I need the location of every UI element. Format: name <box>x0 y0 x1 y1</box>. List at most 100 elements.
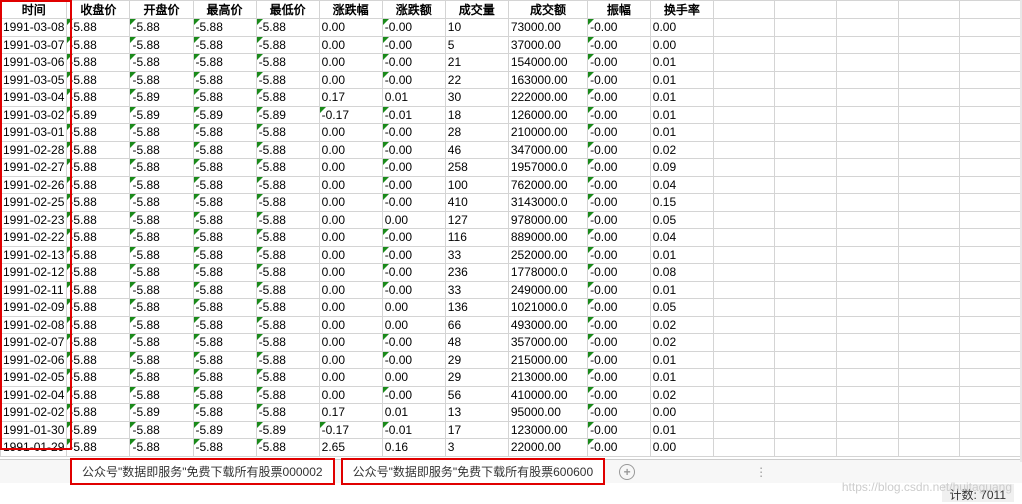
cell[interactable]: 10 <box>445 19 508 37</box>
table-row[interactable]: 1991-02-27-5.88-5.88-5.88-5.880.00-0.002… <box>1 159 1022 177</box>
cell[interactable]: -5.88 <box>130 264 193 282</box>
cell[interactable]: -5.88 <box>67 124 130 142</box>
cell[interactable]: 136 <box>445 299 508 317</box>
cell[interactable]: 0.01 <box>650 106 713 124</box>
cell[interactable]: 1991-01-30 <box>1 421 67 439</box>
cell[interactable]: -5.88 <box>193 334 256 352</box>
cell[interactable]: -5.88 <box>67 159 130 177</box>
cell[interactable]: -5.88 <box>193 246 256 264</box>
table-row[interactable]: 1991-02-26-5.88-5.88-5.88-5.880.00-0.001… <box>1 176 1022 194</box>
cell[interactable]: -5.88 <box>130 71 193 89</box>
cell[interactable]: -5.89 <box>130 89 193 107</box>
cell[interactable]: 0.00 <box>319 334 382 352</box>
cell[interactable]: 0.00 <box>319 176 382 194</box>
cell[interactable]: 0.01 <box>382 89 445 107</box>
cell[interactable]: 1021000.0 <box>508 299 587 317</box>
cell[interactable]: -5.88 <box>67 141 130 159</box>
cell[interactable]: -5.88 <box>67 246 130 264</box>
sheet-tab-bar[interactable]: 公众号"数据即服务"免费下载所有股票000002 公众号"数据即服务"免费下载所… <box>0 459 1022 483</box>
table-row[interactable]: 1991-02-08-5.88-5.88-5.88-5.880.000.0066… <box>1 316 1022 334</box>
cell[interactable]: 33 <box>445 281 508 299</box>
add-sheet-button[interactable]: + <box>619 464 635 480</box>
cell[interactable]: 0.00 <box>319 124 382 142</box>
cell[interactable]: 1991-03-04 <box>1 89 67 107</box>
cell[interactable]: 210000.00 <box>508 124 587 142</box>
cell[interactable]: 762000.00 <box>508 176 587 194</box>
cell[interactable]: -5.88 <box>256 404 319 422</box>
cell[interactable]: 0.01 <box>382 404 445 422</box>
cell[interactable]: -5.88 <box>67 19 130 37</box>
cell[interactable]: -0.01 <box>382 421 445 439</box>
cell[interactable]: -5.88 <box>130 316 193 334</box>
cell[interactable]: -0.00 <box>382 36 445 54</box>
cell[interactable]: -5.88 <box>67 404 130 422</box>
cell[interactable]: -5.88 <box>193 369 256 387</box>
cell[interactable]: 0.00 <box>382 316 445 334</box>
cell[interactable]: -0.00 <box>588 229 651 247</box>
cell[interactable]: -5.88 <box>193 299 256 317</box>
cell[interactable]: 1991-02-25 <box>1 194 67 212</box>
cell[interactable]: 13 <box>445 404 508 422</box>
cell[interactable]: -5.88 <box>130 124 193 142</box>
column-header[interactable]: 最高价 <box>193 1 256 19</box>
column-header[interactable]: 收盘价 <box>67 1 130 19</box>
cell[interactable]: 123000.00 <box>508 421 587 439</box>
cell[interactable]: -0.00 <box>382 19 445 37</box>
cell[interactable]: 0.00 <box>650 36 713 54</box>
cell[interactable]: 0.00 <box>319 386 382 404</box>
cell[interactable]: -5.88 <box>193 176 256 194</box>
cell[interactable]: 0.00 <box>319 159 382 177</box>
cell[interactable]: -0.00 <box>588 71 651 89</box>
cell[interactable]: -0.00 <box>588 264 651 282</box>
table-body[interactable]: 1991-03-08-5.88-5.88-5.88-5.880.00-0.001… <box>1 19 1022 457</box>
cell[interactable]: -0.00 <box>588 106 651 124</box>
cell[interactable]: 0.16 <box>382 439 445 457</box>
cell[interactable]: -5.88 <box>193 264 256 282</box>
cell[interactable]: -5.88 <box>130 229 193 247</box>
cell[interactable]: -5.88 <box>256 124 319 142</box>
cell[interactable]: 889000.00 <box>508 229 587 247</box>
cell[interactable]: -5.88 <box>130 439 193 457</box>
cell[interactable]: -0.00 <box>588 89 651 107</box>
cell[interactable]: 410000.00 <box>508 386 587 404</box>
cell[interactable]: -0.17 <box>319 106 382 124</box>
cell[interactable]: -0.00 <box>588 19 651 37</box>
cell[interactable]: -5.88 <box>130 141 193 159</box>
cell[interactable]: 1991-02-11 <box>1 281 67 299</box>
cell[interactable]: 222000.00 <box>508 89 587 107</box>
cell[interactable]: 48 <box>445 334 508 352</box>
cell[interactable]: 1991-02-13 <box>1 246 67 264</box>
cell[interactable]: -5.88 <box>130 421 193 439</box>
table-row[interactable]: 1991-02-07-5.88-5.88-5.88-5.880.00-0.004… <box>1 334 1022 352</box>
cell[interactable]: 249000.00 <box>508 281 587 299</box>
cell[interactable]: 0.09 <box>650 159 713 177</box>
cell[interactable]: 0.00 <box>319 299 382 317</box>
cell[interactable]: 21 <box>445 54 508 72</box>
cell[interactable]: -5.88 <box>256 299 319 317</box>
column-header[interactable]: 涨跌幅 <box>319 1 382 19</box>
cell[interactable]: 5 <box>445 36 508 54</box>
cell[interactable]: 0.01 <box>650 369 713 387</box>
table-row[interactable]: 1991-02-02-5.88-5.89-5.88-5.880.170.0113… <box>1 404 1022 422</box>
cell[interactable]: -0.00 <box>382 159 445 177</box>
cell[interactable]: 0.00 <box>319 281 382 299</box>
cell[interactable]: 22000.00 <box>508 439 587 457</box>
cell[interactable]: -0.00 <box>588 334 651 352</box>
cell[interactable]: 0.00 <box>319 211 382 229</box>
cell[interactable]: 0.02 <box>650 316 713 334</box>
cell[interactable]: -5.88 <box>256 36 319 54</box>
cell[interactable]: 126000.00 <box>508 106 587 124</box>
cell[interactable]: -5.88 <box>130 246 193 264</box>
cell[interactable]: 0.15 <box>650 194 713 212</box>
cell[interactable]: -5.88 <box>256 369 319 387</box>
cell[interactable]: -0.00 <box>588 141 651 159</box>
cell[interactable]: -0.00 <box>588 176 651 194</box>
column-header[interactable]: 时间 <box>1 1 67 19</box>
cell[interactable]: -5.88 <box>256 194 319 212</box>
cell[interactable]: -5.88 <box>193 386 256 404</box>
cell[interactable]: -5.88 <box>193 124 256 142</box>
table-row[interactable]: 1991-03-05-5.88-5.88-5.88-5.880.00-0.002… <box>1 71 1022 89</box>
cell[interactable]: 0.00 <box>650 19 713 37</box>
cell[interactable]: -5.89 <box>256 106 319 124</box>
cell[interactable]: -5.88 <box>130 299 193 317</box>
